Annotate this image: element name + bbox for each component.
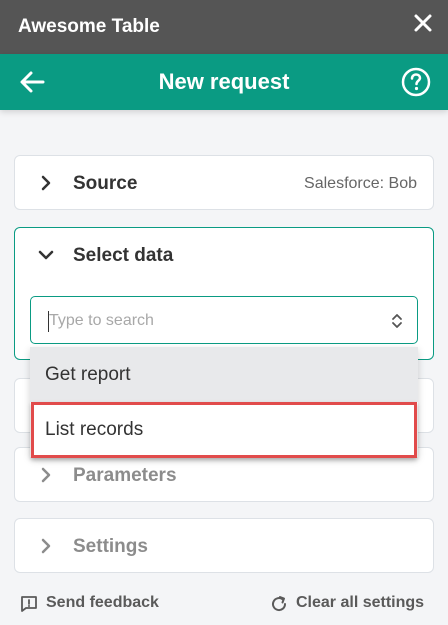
source-title: Source [73,173,138,194]
refresh-icon [272,596,287,612]
chevron-right-icon [41,467,51,483]
page-header: New request [0,54,448,110]
settings-section[interactable]: Settings [14,518,434,573]
select-data-title: Select data [73,245,174,266]
title-bar: Awesome Table [0,0,448,54]
highlight-box [31,402,417,458]
search-field[interactable] [30,296,418,344]
option-label: Get report [45,364,131,385]
chevron-right-icon [41,538,51,554]
clear-settings-label: Clear all settings [296,594,425,611]
feedback-icon [21,596,37,612]
send-feedback-label: Send feedback [46,594,159,611]
settings-title: Settings [73,536,148,557]
updown-icon[interactable] [391,311,403,331]
page-title: New request [158,69,290,94]
help-icon[interactable] [401,67,431,97]
dropdown-option-get-report[interactable]: Get report [30,347,418,402]
select-data-section: Select data [14,227,434,360]
source-section[interactable]: Source Salesforce: Bob [14,155,434,210]
app-title: Awesome Table [18,16,160,37]
parameters-title: Parameters [73,465,177,486]
source-value: Salesforce: Bob [304,175,417,192]
chevron-right-icon [41,175,51,191]
chevron-down-icon[interactable] [37,246,55,264]
search-input[interactable] [49,310,369,332]
footer: Send feedback Clear all settings [0,592,448,616]
close-icon[interactable] [412,12,434,34]
